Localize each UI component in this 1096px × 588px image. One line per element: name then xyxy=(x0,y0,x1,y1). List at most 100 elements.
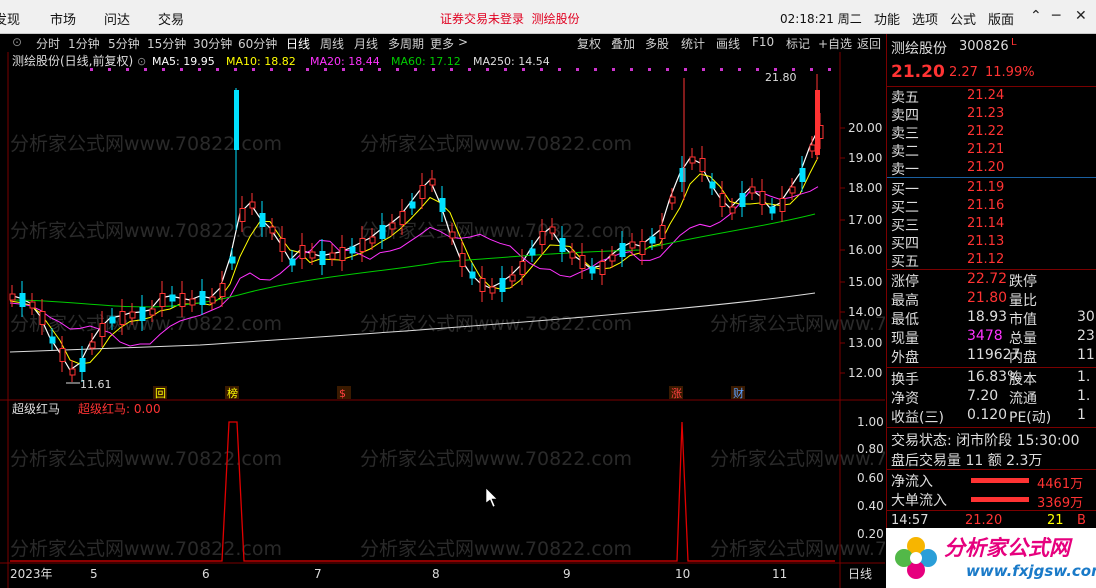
ask-price: 21.21 xyxy=(967,142,1005,157)
trade-state: 交易状态: 闭市阶段 15:30:00 xyxy=(891,433,1080,449)
stat-label: 流通 xyxy=(1009,391,1037,407)
indicator-value: 超级红马: 0.00 xyxy=(78,401,161,416)
legend-menu-icon[interactable]: ⊙ xyxy=(137,55,146,68)
price-tick: 15.00 xyxy=(848,275,882,289)
watermark-text: 分析家公式网www.70822.com xyxy=(10,220,282,242)
ask-price: 21.20 xyxy=(967,160,1005,175)
logo-url: www.fxjgsw.com xyxy=(966,562,1096,580)
minimize-icon[interactable]: ─ xyxy=(1052,8,1060,24)
stat-value: 1. xyxy=(1077,369,1091,385)
ask-label: 卖一 xyxy=(891,162,919,178)
tool-multi[interactable]: 多股 xyxy=(645,35,669,52)
period-more[interactable]: 更多 xyxy=(430,35,454,52)
tool-mark[interactable]: 标记 xyxy=(786,35,810,52)
quote-stock-code: 300826 xyxy=(959,39,1009,54)
period-60min[interactable]: 60分钟 xyxy=(238,35,277,52)
price-tick: 14.00 xyxy=(848,305,882,319)
bid-label: 买四 xyxy=(891,236,919,252)
event-badge-label: 回 xyxy=(155,387,166,400)
stat-label: 总量 xyxy=(1009,331,1037,347)
quote-change: 2.27 xyxy=(949,65,978,80)
bid-price: 21.14 xyxy=(967,216,1005,231)
menu-wenda[interactable]: 问达 xyxy=(104,9,130,28)
net-inflow-label: 净流入 xyxy=(891,474,933,490)
stat-value: 22.72 xyxy=(967,271,1008,287)
period-30min[interactable]: 30分钟 xyxy=(193,35,232,52)
stat-value: 7.20 xyxy=(967,388,999,404)
tool-stats[interactable]: 统计 xyxy=(681,35,705,52)
panel-toggle-icon[interactable]: ⊙ xyxy=(12,35,22,49)
stat-label: 最低 xyxy=(891,312,919,328)
menu-formula[interactable]: 公式 xyxy=(950,9,976,28)
period-label: 日线 xyxy=(848,567,872,581)
time-tick: 9 xyxy=(563,567,571,581)
menu-market[interactable]: 市场 xyxy=(50,9,76,28)
period-multi[interactable]: 多周期 xyxy=(388,35,424,52)
menu-options[interactable]: 选项 xyxy=(912,9,938,28)
quote-change-pct: 11.99% xyxy=(985,65,1035,80)
watermark-text: 分析家公式网www.70822.com xyxy=(10,133,282,155)
quote-flag: L xyxy=(1011,37,1017,48)
price-tick: 19.00 xyxy=(848,151,882,165)
kline-chart[interactable]: 分析家公式网www.70822.com 分析家公式网www.70822.com 分析… xyxy=(0,52,885,588)
period-monthly[interactable]: 月线 xyxy=(354,35,378,52)
collapse-icon[interactable]: ⌃ xyxy=(1030,8,1042,24)
quote-panel: 测绘股份 300826 L 21.20 2.27 11.99% 卖五 21.24 卖… xyxy=(886,34,1096,588)
event-badge-label: 榜 xyxy=(227,386,238,400)
ask-label: 卖四 xyxy=(891,108,919,124)
ma60-label: MA60: 17.12 xyxy=(391,55,461,68)
ask-label: 卖三 xyxy=(891,126,919,142)
stock-legend-name: 测绘股份(日线,前复权) xyxy=(12,53,133,68)
tool-draw[interactable]: 画线 xyxy=(716,35,740,52)
time-tick: 2023年 xyxy=(10,567,53,581)
stat-label: 股本 xyxy=(1009,372,1037,388)
tool-add-watchlist[interactable]: +自选 xyxy=(818,35,852,52)
period-toolbar: ⊙ 分时 1分钟 5分钟 15分钟 30分钟 60分钟 日线 周线 月线 多周期… xyxy=(0,34,885,52)
stat-label: 内盘 xyxy=(1009,350,1037,366)
tool-back[interactable]: 返回 xyxy=(857,35,881,52)
menu-trade[interactable]: 交易 xyxy=(158,9,184,28)
big-inflow-value: 3369万 xyxy=(1037,496,1084,511)
stock-title: 测绘股份 xyxy=(531,12,580,26)
price-tick: 17.00 xyxy=(848,213,882,227)
menu-discover[interactable]: 发现 xyxy=(0,9,20,28)
period-5min[interactable]: 5分钟 xyxy=(108,35,140,52)
time-tick: 10 xyxy=(675,567,690,581)
net-inflow-value: 4461万 xyxy=(1037,477,1084,492)
menu-layout[interactable]: 版面 xyxy=(988,9,1014,28)
quote-stock-name: 测绘股份 xyxy=(891,41,947,57)
tool-f10[interactable]: F10 xyxy=(752,35,774,49)
stat-label: 外盘 xyxy=(891,350,919,366)
time-tick: 5 xyxy=(90,567,98,581)
ma20-label: MA20: 18.44 xyxy=(310,55,380,68)
indicator-tick: 1.00 xyxy=(857,415,884,429)
period-daily[interactable]: 日线 xyxy=(286,35,310,52)
tick-time: 14:57 xyxy=(891,513,929,528)
price-legend: 测绘股份(日线,前复权) ⊙ MA5: 19.95 MA10: 18.82 MA… xyxy=(12,53,550,68)
login-warning[interactable]: 证券交易未登录 xyxy=(440,12,524,26)
menu-function[interactable]: 功能 xyxy=(874,9,900,28)
bid-price: 21.13 xyxy=(967,234,1005,249)
tool-overlay[interactable]: 叠加 xyxy=(611,35,635,52)
period-tick[interactable]: 分时 xyxy=(36,35,60,52)
stat-label: PE(动) xyxy=(1009,410,1052,426)
ma5-label: MA5: 19.95 xyxy=(152,55,215,68)
bid-label: 买三 xyxy=(891,218,919,234)
period-15min[interactable]: 15分钟 xyxy=(147,35,186,52)
stat-label: 量比 xyxy=(1009,293,1037,309)
bid-price: 21.12 xyxy=(967,252,1005,267)
tick-price: 21.20 xyxy=(965,513,1003,528)
period-weekly[interactable]: 周线 xyxy=(320,35,344,52)
close-icon[interactable]: ✕ xyxy=(1075,8,1087,24)
indicator-axis: 1.00 0.80 0.60 0.40 0.20 xyxy=(857,415,884,541)
tool-adjust[interactable]: 复权 xyxy=(577,35,601,52)
chevron-right-icon[interactable]: > xyxy=(458,35,468,49)
ask-price: 21.24 xyxy=(967,88,1005,103)
ask-label: 卖五 xyxy=(891,90,919,106)
flower-logo-icon xyxy=(895,537,937,579)
stat-value: 23 xyxy=(1077,328,1095,344)
period-1min[interactable]: 1分钟 xyxy=(68,35,100,52)
stat-value: 1 xyxy=(1077,407,1086,423)
stat-value: 30 xyxy=(1077,309,1095,325)
time-axis: 2023年 5 6 7 8 9 10 11 xyxy=(10,567,787,581)
